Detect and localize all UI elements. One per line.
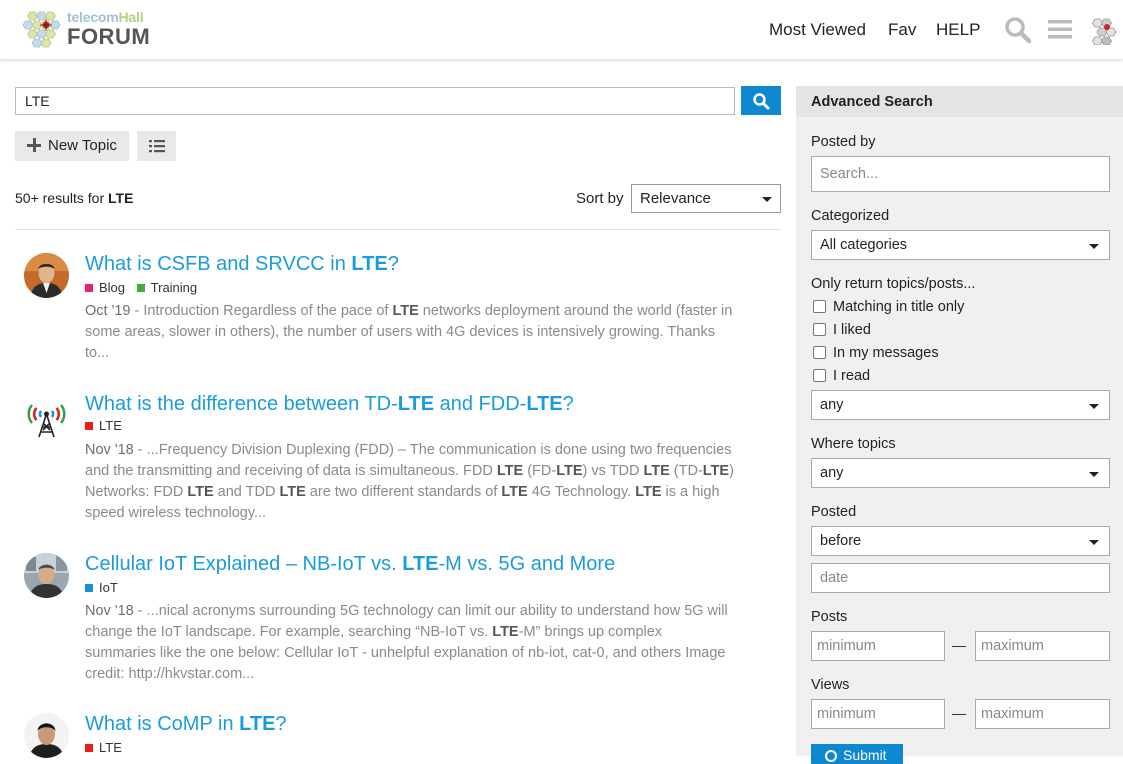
site-header: telecomHall FORUM Most Viewed Fav HELP (0, 0, 1123, 60)
nav-most-viewed[interactable]: Most Viewed (769, 20, 866, 40)
checkbox[interactable] (813, 300, 826, 313)
result-categories: LTE (85, 418, 130, 433)
views-min-input[interactable] (811, 699, 945, 729)
result-title-link[interactable]: What is CSFB and SRVCC in LTE? (85, 253, 399, 276)
result-categories: IoT (85, 580, 126, 595)
category-badge[interactable]: Blog (85, 280, 125, 295)
category-badge[interactable]: LTE (85, 740, 122, 755)
checkbox-i-liked[interactable]: I liked (813, 322, 871, 338)
results-count: 50+ results for LTE (15, 190, 134, 206)
chevron-down-icon (1089, 404, 1099, 409)
divider (15, 229, 781, 230)
date-input[interactable] (811, 563, 1110, 593)
checkbox[interactable] (813, 369, 826, 382)
search-icon[interactable] (1004, 16, 1032, 44)
chevron-down-icon (1089, 472, 1099, 477)
checkbox-matching-title[interactable]: Matching in title only (813, 299, 964, 315)
search-icon (753, 92, 770, 109)
where-topics-select[interactable]: any (811, 458, 1110, 488)
posted-label: Posted (811, 504, 857, 520)
search-input[interactable] (15, 87, 735, 115)
category-badge[interactable]: LTE (85, 418, 122, 433)
nav-fav[interactable]: Fav (888, 20, 916, 40)
posted-by-input[interactable] (811, 156, 1110, 192)
new-topic-label: New Topic (48, 137, 117, 154)
checkbox-in-my-messages[interactable]: In my messages (813, 345, 939, 361)
posts-min-input[interactable] (811, 631, 945, 661)
category-select[interactable]: All categories (811, 230, 1110, 260)
logo-text-main: FORUM (67, 24, 151, 49)
plus-icon (27, 138, 41, 152)
advanced-search-panel: Advanced Search Posted by Categorized Al… (796, 86, 1123, 764)
chevron-down-icon (1089, 540, 1099, 545)
views-label: Views (811, 677, 850, 693)
new-topic-button[interactable]: New Topic (15, 131, 129, 161)
result-excerpt: Nov '18 - ...nical acronyms surrounding … (85, 603, 728, 682)
category-badge[interactable]: IoT (85, 580, 118, 595)
hamburger-menu-icon[interactable] (1047, 16, 1073, 42)
avatar[interactable] (24, 713, 69, 758)
sort-select[interactable]: Relevance (631, 184, 781, 213)
sort-label: Sort by (576, 190, 624, 207)
result-title-link[interactable]: Cellular IoT Explained – NB-IoT vs. LTE-… (85, 553, 615, 576)
result-categories: LTE (85, 740, 130, 755)
views-max-input[interactable] (975, 699, 1110, 729)
expand-list-toggle[interactable] (137, 131, 176, 161)
result-excerpt: Nov '18 - ...Frequency Division Duplexin… (85, 442, 734, 521)
only-return-select[interactable]: any (811, 390, 1110, 420)
category-badge[interactable]: Training (136, 280, 197, 295)
chevron-down-icon (1089, 244, 1099, 249)
submit-button[interactable]: Submit (811, 744, 903, 764)
user-avatar-icon[interactable] (1089, 15, 1119, 45)
categorized-label: Categorized (811, 208, 890, 224)
posted-by-label: Posted by (811, 134, 876, 150)
advanced-search-title: Advanced Search (811, 94, 933, 110)
antenna-tower-icon (27, 404, 66, 438)
advanced-search-header[interactable]: Advanced Search (796, 86, 1123, 117)
result-title-link[interactable]: What is CoMP in LTE? (85, 713, 287, 736)
checkbox[interactable] (813, 323, 826, 336)
avatar[interactable] (24, 553, 69, 598)
site-logo[interactable]: telecomHall FORUM (22, 8, 162, 52)
only-return-label: Only return topics/posts... (811, 276, 976, 292)
avatar[interactable] (24, 253, 69, 298)
posts-label: Posts (811, 609, 848, 625)
hexagon-logo-icon (22, 11, 61, 48)
range-dash (952, 646, 966, 647)
range-dash (952, 714, 966, 715)
list-icon (149, 140, 165, 153)
search-button[interactable] (741, 86, 781, 115)
nav-help[interactable]: HELP (936, 20, 980, 40)
checkbox[interactable] (813, 346, 826, 359)
avatar[interactable] (24, 393, 69, 438)
posted-select[interactable]: before (811, 526, 1110, 556)
checkbox-i-read[interactable]: I read (813, 368, 870, 384)
logo-text-small: telecomHall (67, 9, 144, 25)
result-categories: Blog Training (85, 280, 205, 295)
result-title-link[interactable]: What is the difference between TD-LTE an… (85, 393, 574, 416)
search-icon (825, 750, 837, 762)
result-excerpt: Oct '19 - Introduction Regardless of the… (85, 303, 733, 361)
posts-max-input[interactable] (975, 631, 1110, 661)
chevron-down-icon (762, 197, 772, 202)
where-topics-label: Where topics (811, 436, 896, 452)
